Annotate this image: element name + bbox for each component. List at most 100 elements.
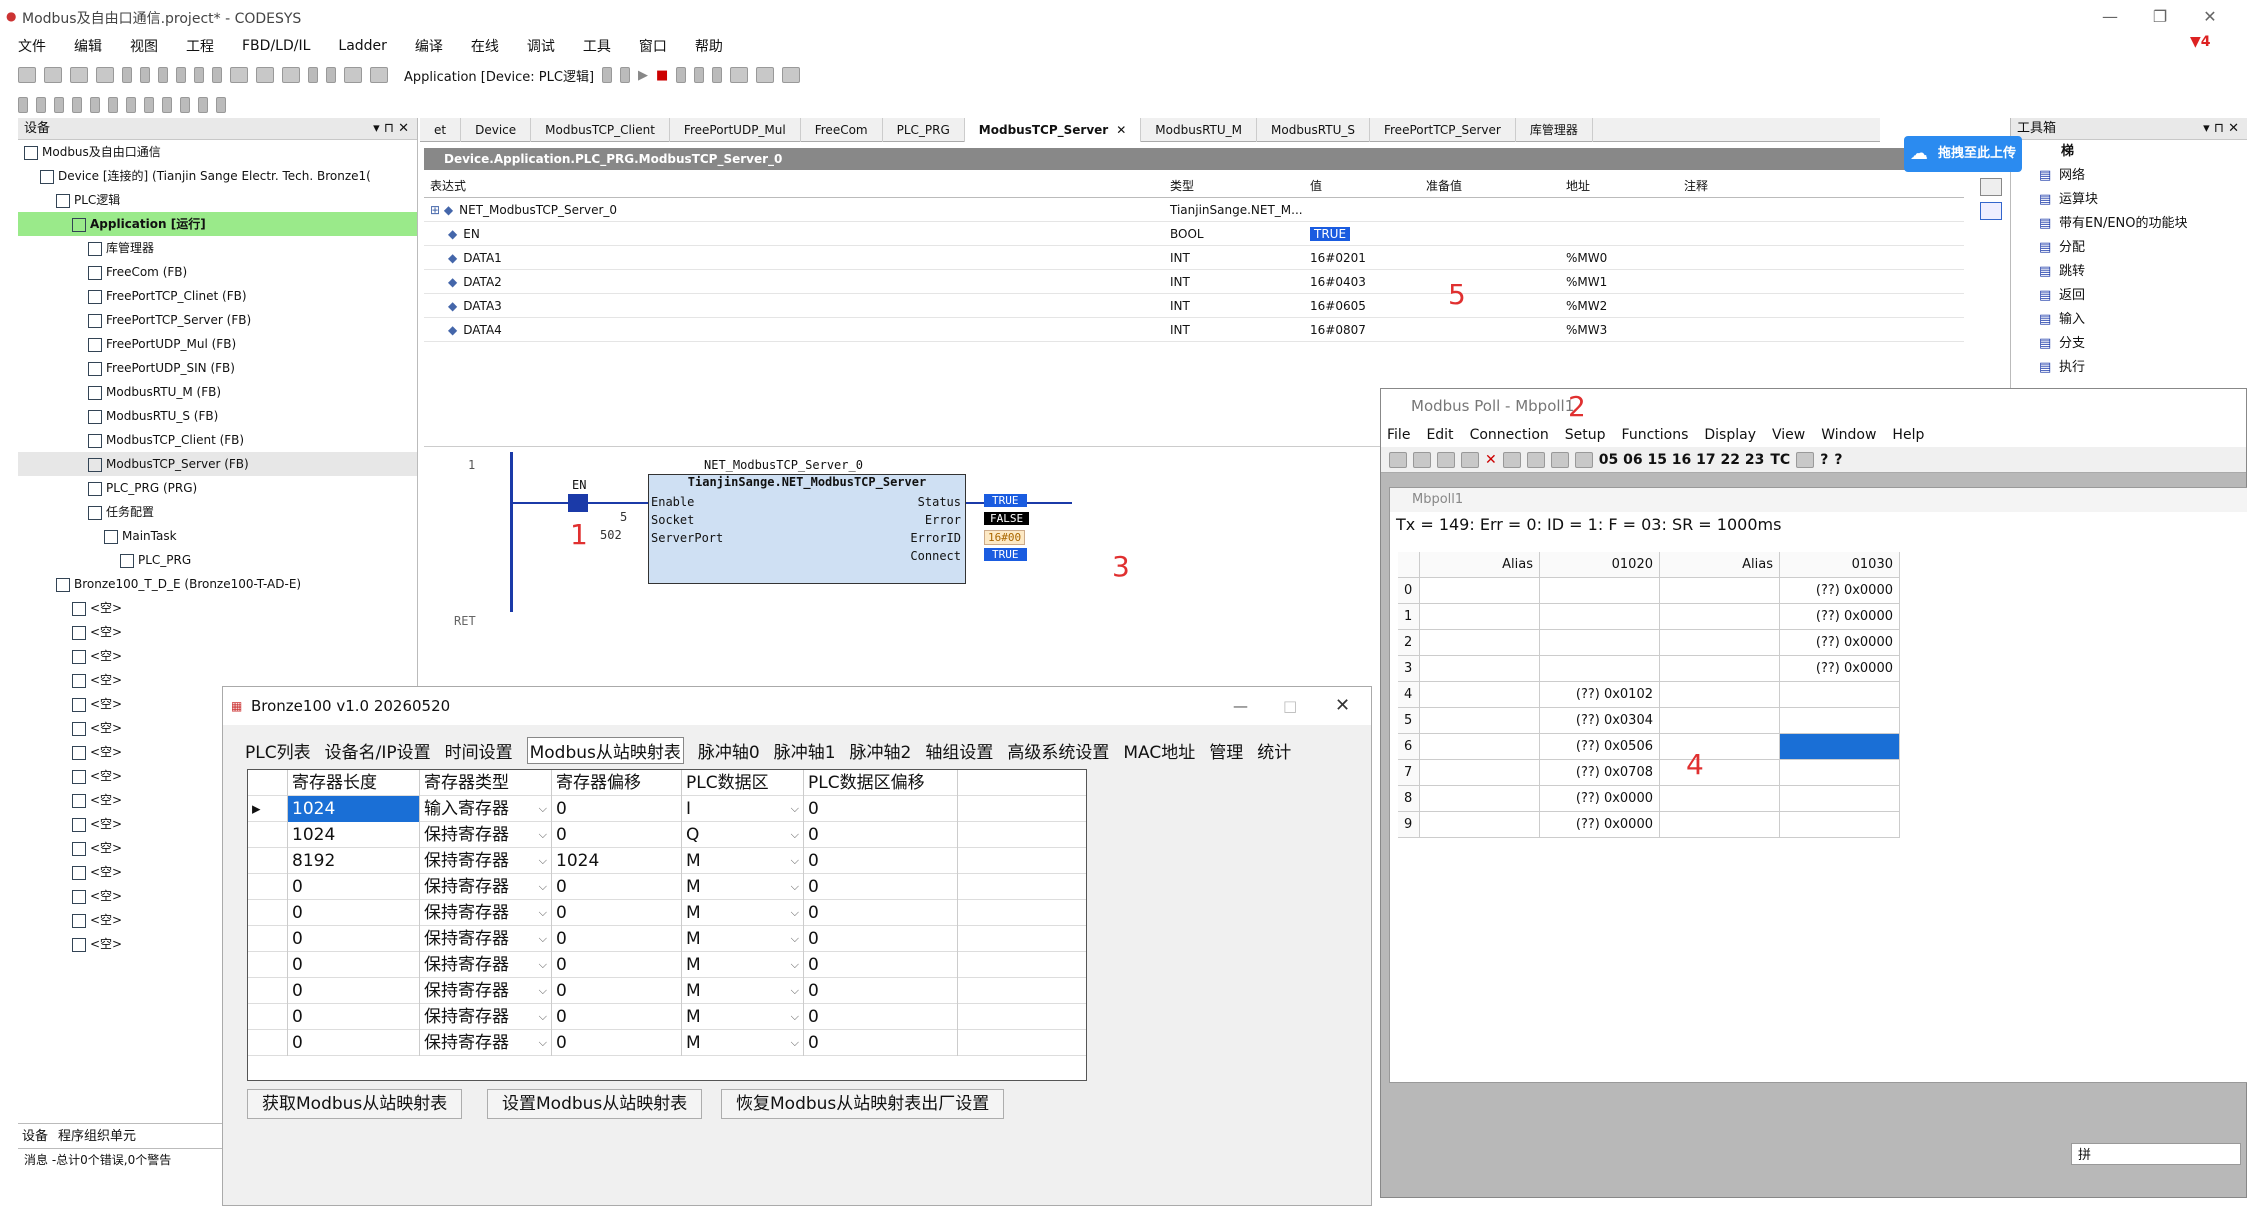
grid-cell[interactable] bbox=[1540, 656, 1660, 682]
tab-close-icon[interactable]: ✕ bbox=[1116, 123, 1126, 137]
toolbox-item[interactable]: ▤ 带有EN/ENO的功能块 bbox=[2011, 212, 2247, 236]
tab-devices[interactable]: 设备 bbox=[22, 1125, 48, 1144]
mb-save-icon[interactable] bbox=[1437, 451, 1455, 468]
grid-cell[interactable]: (??) 0x0102 bbox=[1540, 682, 1660, 708]
mapping-dropdown[interactable]: M bbox=[682, 1003, 804, 1030]
contact-en[interactable] bbox=[568, 494, 588, 512]
step-icon[interactable] bbox=[694, 67, 705, 83]
menu-build[interactable]: 编译 bbox=[415, 36, 443, 56]
toolbox-pin-icon[interactable]: ▾ ⊓ ✕ bbox=[2203, 118, 2247, 140]
editor-tab[interactable]: et bbox=[420, 117, 462, 142]
tree-item[interactable]: PLC_PRG bbox=[18, 548, 417, 572]
grid-cell[interactable]: (??) 0x0000 bbox=[1540, 812, 1660, 838]
mapping-dropdown[interactable]: 输入寄存器 bbox=[420, 795, 552, 822]
grid-cell[interactable] bbox=[1780, 786, 1900, 812]
paste-icon[interactable] bbox=[194, 67, 204, 83]
menu-window[interactable]: 窗口 bbox=[639, 36, 667, 56]
print-icon[interactable] bbox=[96, 67, 114, 83]
insert-reset-coil-icon[interactable] bbox=[126, 97, 136, 113]
mb-write-icon[interactable] bbox=[1550, 451, 1569, 468]
mb-help-icon[interactable]: ? bbox=[1820, 452, 1828, 468]
copy-icon[interactable] bbox=[176, 67, 186, 83]
grid-cell[interactable] bbox=[1420, 604, 1540, 630]
tree-item[interactable]: ModbusRTU_M (FB) bbox=[18, 380, 417, 404]
mapping-cell[interactable]: 0 bbox=[804, 873, 958, 900]
grid-cell[interactable] bbox=[1660, 708, 1780, 734]
mbpoll-menu-item[interactable]: Connection bbox=[1470, 423, 1549, 447]
expand-icon[interactable]: ⊞ ◆ bbox=[430, 203, 453, 217]
grid-cell[interactable] bbox=[1780, 682, 1900, 708]
tree-item[interactable]: Application [运行] bbox=[18, 212, 417, 236]
rebuild-icon[interactable] bbox=[370, 67, 388, 83]
bronze-tab[interactable]: 时间设置 bbox=[445, 738, 513, 763]
grid-cell[interactable] bbox=[1660, 812, 1780, 838]
mapping-cell[interactable]: 0 bbox=[552, 899, 682, 926]
mapping-row[interactable]: 0保持寄存器0M0 bbox=[248, 899, 1086, 926]
editor-tab[interactable]: ModbusTCP_Client bbox=[531, 117, 670, 142]
force-values-icon[interactable] bbox=[782, 67, 801, 83]
menu-fbd[interactable]: FBD/LD/IL bbox=[242, 38, 310, 54]
grid-cell[interactable]: (??) 0x0304 bbox=[1540, 708, 1660, 734]
mapping-row[interactable]: 0保持寄存器0M0 bbox=[248, 873, 1086, 900]
tree-item[interactable]: PLC_PRG (PRG) bbox=[18, 476, 417, 500]
breakpoint-icon[interactable] bbox=[730, 67, 749, 83]
var-table-row[interactable]: ◆ DATA2 INT 16#0403 %MW1 bbox=[424, 270, 1964, 294]
mapping-cell[interactable]: 0 bbox=[804, 977, 958, 1004]
grid-cell[interactable]: (??) 0x0000 bbox=[1540, 786, 1660, 812]
tree-item[interactable]: PLC逻辑 bbox=[18, 188, 417, 212]
mapping-dropdown[interactable]: 保持寄存器 bbox=[420, 925, 552, 952]
get-mapping-button[interactable]: 获取Modbus从站映射表 bbox=[247, 1089, 463, 1119]
mb-disconnect-icon[interactable]: ✕ bbox=[1485, 452, 1497, 468]
bronze-tab[interactable]: 设备名/IP设置 bbox=[325, 738, 431, 763]
toolbox-item[interactable]: ▤ 返回 bbox=[2011, 284, 2247, 308]
find-icon[interactable] bbox=[230, 67, 248, 83]
mbpoll-menu-item[interactable]: Edit bbox=[1426, 423, 1453, 447]
mbpoll-menu-item[interactable]: Display bbox=[1704, 423, 1756, 447]
editor-tab[interactable]: ModbusRTU_M bbox=[1141, 117, 1257, 142]
grid-cell[interactable] bbox=[1780, 734, 1900, 760]
grid-cell[interactable] bbox=[1420, 682, 1540, 708]
insert-negated-contact-icon[interactable] bbox=[54, 97, 64, 113]
mbpoll-menu-item[interactable]: View bbox=[1772, 423, 1805, 447]
grid-cell[interactable] bbox=[1420, 786, 1540, 812]
insert-box-icon[interactable] bbox=[144, 97, 154, 113]
tree-item[interactable]: <空> bbox=[18, 596, 417, 620]
menu-view[interactable]: 视图 bbox=[130, 36, 158, 56]
error-flag-icon[interactable]: ▼4 bbox=[2190, 34, 2211, 50]
toolbox-item[interactable]: ▤ 输入 bbox=[2011, 308, 2247, 332]
mapping-cell[interactable]: 0 bbox=[552, 821, 682, 848]
step-over-icon[interactable] bbox=[712, 67, 723, 83]
grid-cell[interactable] bbox=[1420, 708, 1540, 734]
mb-read-icon[interactable] bbox=[1526, 451, 1545, 468]
grid-cell[interactable] bbox=[1540, 578, 1660, 604]
editor-tab[interactable]: ModbusTCP_Server ✕ bbox=[964, 117, 1142, 142]
mapping-cell[interactable]: 0 bbox=[804, 821, 958, 848]
close-button[interactable]: ✕ bbox=[2190, 4, 2230, 30]
mapping-cell[interactable]: 0 bbox=[552, 1003, 682, 1030]
grid-cell[interactable] bbox=[1540, 630, 1660, 656]
tree-item[interactable]: FreePortUDP_SIN (FB) bbox=[18, 356, 417, 380]
mb-comm-icon[interactable] bbox=[1796, 451, 1815, 468]
mapping-dropdown[interactable]: M bbox=[682, 951, 804, 978]
mb-print-icon[interactable] bbox=[1461, 451, 1479, 468]
declaration-view-icon[interactable] bbox=[1980, 178, 2002, 196]
tree-item[interactable]: FreeCom (FB) bbox=[18, 260, 417, 284]
var-table-row[interactable]: ⊞ ◆ NET_ModbusTCP_Server_0 TianjinSange.NE… bbox=[424, 198, 1964, 222]
run-icon[interactable]: ▶ bbox=[638, 68, 648, 83]
mapping-dropdown[interactable]: M bbox=[682, 925, 804, 952]
bronze-tab[interactable]: 脉冲轴0 bbox=[698, 738, 760, 763]
open-icon[interactable] bbox=[44, 67, 62, 83]
mapping-cell[interactable]: 0 bbox=[288, 873, 420, 900]
mapping-cell[interactable]: 0 bbox=[552, 977, 682, 1004]
mapping-cell[interactable]: 0 bbox=[288, 899, 420, 926]
mapping-dropdown[interactable]: 保持寄存器 bbox=[420, 847, 552, 874]
mapping-dropdown[interactable]: M bbox=[682, 899, 804, 926]
menu-ladder[interactable]: Ladder bbox=[338, 38, 387, 54]
grid-cell[interactable] bbox=[1420, 656, 1540, 682]
mapping-cell[interactable]: 0 bbox=[804, 795, 958, 822]
mapping-row[interactable]: 1024保持寄存器0Q0 bbox=[248, 821, 1086, 848]
replace-icon[interactable] bbox=[256, 67, 274, 83]
mbpoll-menu-item[interactable]: Setup bbox=[1565, 423, 1606, 447]
mapping-cell[interactable]: 0 bbox=[288, 1029, 420, 1056]
mb-new-icon[interactable] bbox=[1389, 451, 1407, 468]
